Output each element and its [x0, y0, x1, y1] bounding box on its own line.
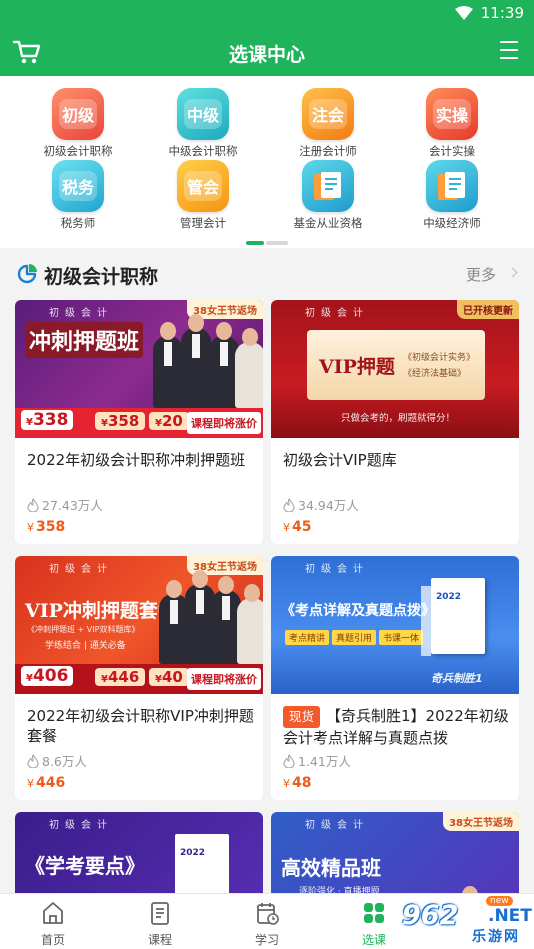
views-count: 1.41万人: [283, 751, 351, 770]
category-item-tax-advisor[interactable]: 税务 税务师: [28, 160, 128, 231]
course-name: 现货 【奇兵制胜1】2022年初级会计考点详解与真题点拨: [283, 706, 509, 747]
price-badge: ¥406: [21, 666, 74, 686]
category-item-junior-accountant[interactable]: 初级 初级会计职称: [28, 88, 128, 159]
flame-icon: [283, 497, 295, 512]
course-price: ¥446: [27, 775, 66, 791]
category-item-intermediate-economist[interactable]: 中级经济师: [402, 160, 502, 231]
course-banner: 初级会计 《考点详解及真题点拨》 考点精讲 真题引用 书课一体 2022 奇兵制…: [271, 556, 519, 694]
course-banner: 初级会计 38女王节返场 高效精品班 逐阶强化 · 直播押题: [271, 812, 519, 902]
course-price: ¥45: [283, 519, 312, 535]
course-banner: 初级会计 38女王节返场 冲刺押题班 ¥338 ¥358 ¥20 课程即将涨价: [15, 300, 263, 438]
management-accounting-icon: 管会: [177, 160, 229, 212]
views-count: 8.6万人: [27, 751, 87, 770]
intermediate-economist-icon: [426, 160, 478, 212]
course-price: ¥358: [27, 519, 66, 535]
tab-home[interactable]: 首页: [13, 900, 93, 948]
tax-advisor-icon: 税务: [52, 160, 104, 212]
course-banner: 初级会计 《学考要点》 2022: [15, 812, 263, 902]
category-item-management-accounting[interactable]: 管会 管理会计: [153, 160, 253, 231]
in-stock-tag: 现货: [283, 706, 321, 728]
app-bar: 选课中心: [0, 28, 534, 76]
course-card[interactable]: 初级会计 38女王节返场 冲刺押题班 ¥338 ¥358 ¥20 课程即将涨价 …: [15, 300, 263, 544]
fund-qualification-icon: [302, 160, 354, 212]
page-title: 选课中心: [228, 44, 305, 66]
category-item-intermediate-accountant[interactable]: 中级 中级会计职称: [153, 88, 253, 159]
course-card[interactable]: 初级会计 已开核更新 VIP押题 《初级会计实务》 《经济法基础》 只做会考的，…: [271, 300, 519, 544]
views-count: 34.94万人: [283, 495, 359, 514]
price-badge: ¥40: [149, 668, 189, 686]
course-card[interactable]: 初级会计 38女王节返场 高效精品班 逐阶强化 · 直播押题: [271, 812, 519, 902]
menu-icon[interactable]: [500, 41, 518, 61]
grid-icon: [364, 903, 384, 923]
more-link[interactable]: 更多: [466, 264, 496, 285]
price-badge: ¥338: [21, 410, 74, 430]
category-item-practical-accounting[interactable]: 实操 会计实操: [402, 88, 502, 159]
watermark-logo: 962 new .NET 乐游网: [402, 896, 532, 945]
views-count: 27.43万人: [27, 495, 103, 514]
flame-icon: [27, 497, 39, 512]
course-banner: 初级会计 38女王节返场 VIP冲刺押题套餐 《冲刺押题班 + VIP双科题库》…: [15, 556, 263, 694]
tab-study[interactable]: 学习: [227, 900, 307, 948]
home-icon: [43, 902, 63, 924]
pie-chart-icon: [17, 264, 37, 284]
tab-courses[interactable]: 课程: [120, 900, 200, 948]
junior-accountant-icon: 初级: [52, 88, 104, 140]
calendar-clock-icon: [257, 903, 279, 925]
price-badge: ¥446: [95, 668, 146, 686]
course-name: 初级会计VIP题库: [283, 451, 397, 469]
section-header: 初级会计职称 更多: [0, 250, 534, 298]
category-item-cpa[interactable]: 注会 注册会计师: [278, 88, 378, 159]
carousel-indicator: [246, 241, 288, 245]
category-item-fund-qualification[interactable]: 基金从业资格: [278, 160, 378, 231]
flame-icon: [27, 753, 39, 768]
status-bar: 11:39: [0, 0, 534, 28]
price-badge: ¥20: [149, 412, 189, 430]
course-card[interactable]: 初级会计 《考点详解及真题点拨》 考点精讲 真题引用 书课一体 2022 奇兵制…: [271, 556, 519, 800]
flame-icon: [283, 753, 295, 768]
course-card[interactable]: 初级会计 38女王节返场 VIP冲刺押题套餐 《冲刺押题班 + VIP双科题库》…: [15, 556, 263, 800]
chevron-right-icon[interactable]: [507, 267, 518, 278]
clock: 11:39: [480, 4, 524, 22]
course-list-icon: [151, 902, 169, 925]
course-price: ¥48: [283, 775, 312, 791]
wifi-icon: [454, 6, 473, 20]
section-title: 初级会计职称: [44, 266, 159, 288]
intermediate-accountant-icon: 中级: [177, 88, 229, 140]
course-card[interactable]: 初级会计 《学考要点》 2022: [15, 812, 263, 902]
course-name: 2022年初级会计职称冲刺押题班: [27, 451, 246, 469]
course-banner: 初级会计 已开核更新 VIP押题 《初级会计实务》 《经济法基础》 只做会考的，…: [271, 300, 519, 438]
practical-accounting-icon: 实操: [426, 88, 478, 140]
category-panel: 初级 初级会计职称 中级 中级会计职称 注会 注册会计师 实操 会计实操 税务 …: [0, 76, 534, 248]
course-name: 2022年初级会计职称VIP冲刺押题套餐: [27, 707, 254, 745]
cpa-icon: 注会: [302, 88, 354, 140]
price-badge: ¥358: [95, 412, 146, 430]
